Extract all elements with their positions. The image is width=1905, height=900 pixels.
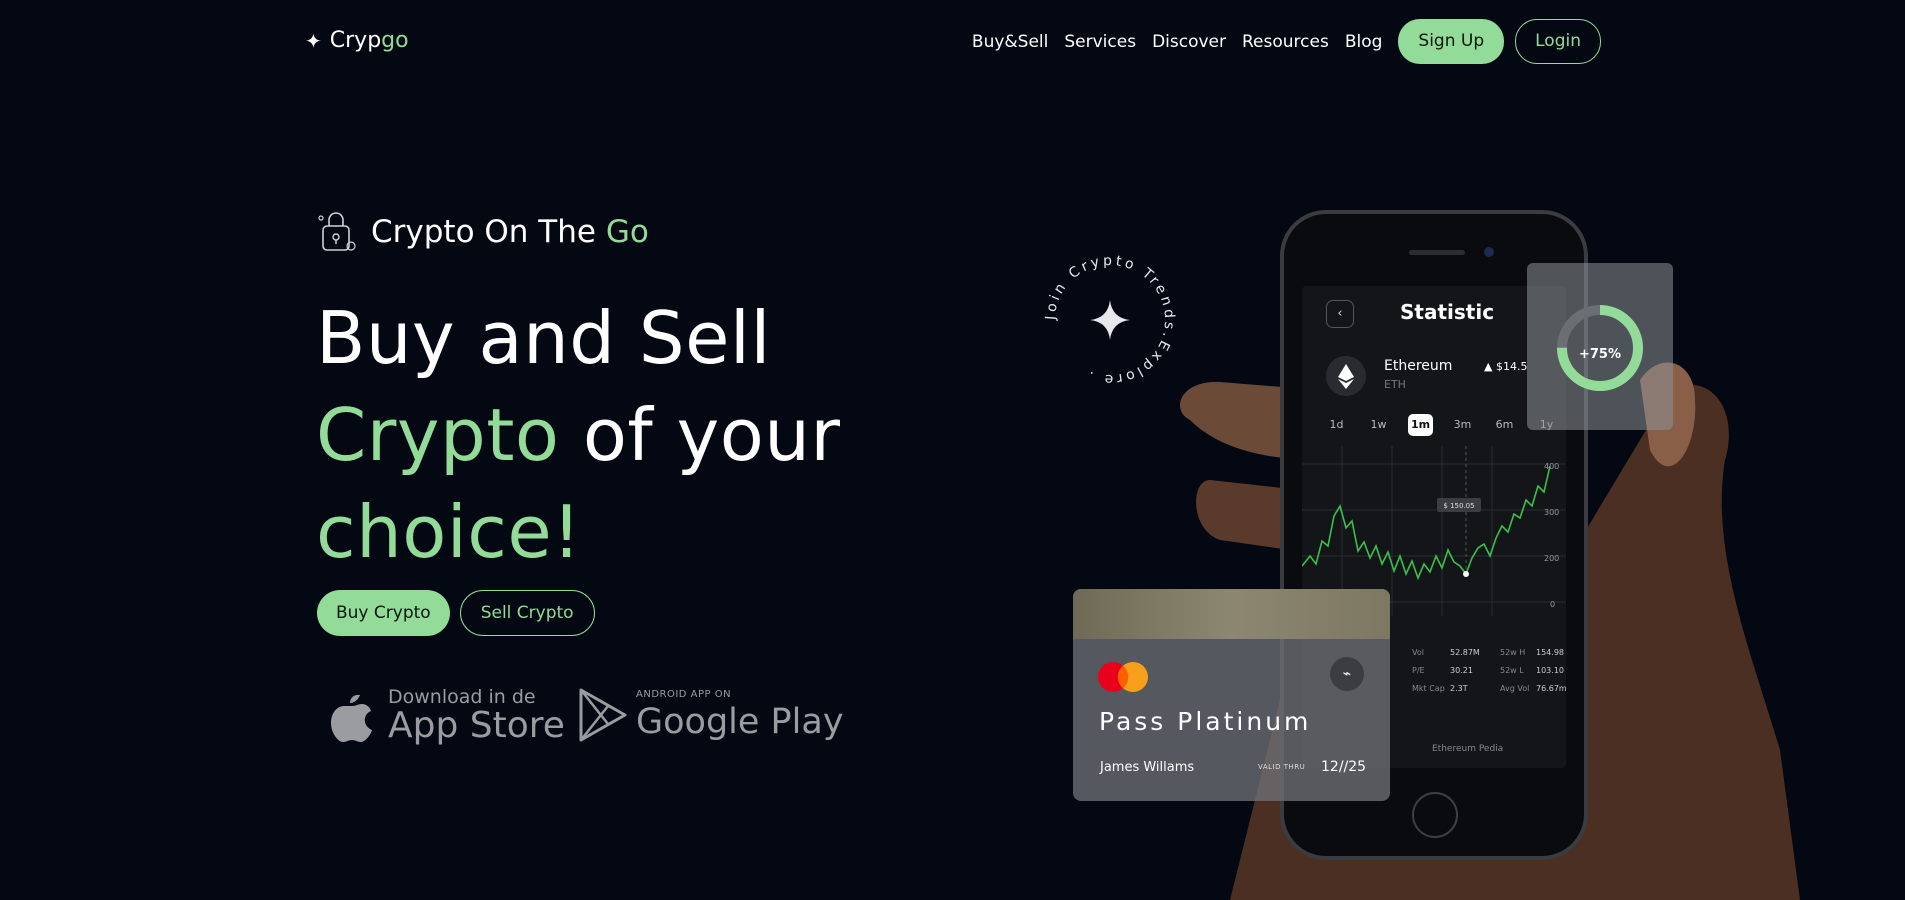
card-valid-date: 12//25 bbox=[1321, 759, 1367, 775]
gauge-label: +75% bbox=[1578, 347, 1621, 362]
y-tick-300: 300 bbox=[1544, 508, 1560, 517]
google-play-icon bbox=[579, 688, 627, 742]
google-play-small-text: ANDROID APP ON bbox=[636, 689, 732, 700]
back-arrow-icon[interactable]: ‹ bbox=[1326, 300, 1354, 328]
nav-link-buy-sell[interactable]: Buy&Sell bbox=[972, 32, 1048, 52]
headline-line-1: Buy and Sell bbox=[316, 296, 771, 380]
screen-title: Statistic bbox=[1400, 300, 1495, 324]
y-tick-0: 0 bbox=[1550, 600, 1556, 609]
time-range-tabs: 1d 1w 1m 3m 6m 1y bbox=[1324, 414, 1559, 436]
coin-name: Ethereum bbox=[1384, 358, 1453, 374]
brand-name-part2: go bbox=[381, 28, 409, 53]
stat-pe-label: P/E bbox=[1412, 666, 1425, 675]
stat-mktcap-label: Mkt Cap bbox=[1412, 684, 1445, 693]
stat-vol-value: 52.87M bbox=[1450, 648, 1480, 657]
payment-card: ⌁ Pass Platinum James Willams VALID THRU… bbox=[1073, 589, 1390, 801]
range-tab-1m[interactable]: 1m bbox=[1408, 414, 1433, 436]
card-valid-label: VALID THRU bbox=[1258, 763, 1306, 771]
nav-link-resources[interactable]: Resources bbox=[1242, 32, 1329, 52]
app-store-badge[interactable]: Download in de App Store bbox=[330, 688, 565, 745]
stat-pe-value: 30.21 bbox=[1450, 666, 1473, 675]
nav-link-blog[interactable]: Blog bbox=[1345, 32, 1383, 52]
wallet-lock-icon bbox=[318, 212, 356, 251]
range-tab-1d[interactable]: 1d bbox=[1324, 414, 1349, 436]
stat-avgvol-value: 76.67m bbox=[1536, 684, 1566, 693]
card-name: Pass Platinum bbox=[1099, 707, 1312, 736]
stat-52wl-value: 103.10 bbox=[1536, 666, 1564, 675]
nav-link-discover[interactable]: Discover bbox=[1152, 32, 1226, 52]
buy-crypto-button[interactable]: Buy Crypto bbox=[317, 590, 450, 636]
stat-52wh-value: 154.98 bbox=[1536, 648, 1564, 657]
coin-symbol: ETH bbox=[1384, 378, 1406, 391]
ethereum-icon bbox=[1326, 356, 1366, 396]
hero-headline: Buy and Sell Crypto of your choice! bbox=[316, 290, 841, 581]
y-tick-400: 400 bbox=[1544, 462, 1560, 471]
stat-mktcap-value: 2.3T bbox=[1450, 684, 1468, 693]
mastercard-icon bbox=[1098, 662, 1148, 692]
contactless-icon: ⌁ bbox=[1330, 657, 1364, 691]
brand-name-part1: Cryp bbox=[329, 28, 382, 53]
hero-cta: Buy Crypto Sell Crypto bbox=[317, 590, 595, 636]
phone-footer-text: Ethereum Pedia bbox=[1432, 744, 1504, 754]
y-tick-200: 200 bbox=[1544, 554, 1560, 563]
apple-icon bbox=[331, 694, 372, 742]
card-top-strip bbox=[1073, 589, 1390, 639]
login-button[interactable]: Login bbox=[1515, 19, 1601, 64]
headline-line-2-accent: Crypto bbox=[316, 393, 560, 477]
phone-speaker bbox=[1409, 250, 1465, 255]
brand-logo[interactable]: ✦ Crypgo bbox=[305, 28, 409, 53]
card-holder: James Willams bbox=[1100, 760, 1195, 775]
headline-line-2-rest: of your bbox=[559, 393, 841, 477]
phone-camera bbox=[1484, 247, 1494, 257]
stat-52wh-label: 52w H bbox=[1500, 648, 1526, 657]
stat-52wl-label: 52w L bbox=[1500, 666, 1524, 675]
range-tab-1w[interactable]: 1w bbox=[1366, 414, 1391, 436]
stat-vol-label: Vol bbox=[1412, 648, 1424, 657]
main-nav: Buy&Sell Services Discover Resources Blo… bbox=[972, 19, 1601, 64]
signup-button[interactable]: Sign Up bbox=[1398, 19, 1505, 64]
tagline-accent: Go bbox=[605, 214, 649, 250]
sparkle-icon bbox=[1090, 300, 1130, 340]
google-play-big-text: Google Play bbox=[636, 702, 844, 742]
chart-tooltip-text: $ 150.05 bbox=[1443, 502, 1474, 510]
stat-avgvol-label: Avg Vol bbox=[1500, 684, 1530, 693]
range-tab-3m[interactable]: 3m bbox=[1450, 414, 1475, 436]
phone-home-button bbox=[1412, 792, 1458, 838]
sparkle-icon: ✦ bbox=[305, 28, 322, 53]
hero-tagline: Crypto On The Go bbox=[317, 210, 649, 254]
growth-gauge-card: +75% bbox=[1527, 263, 1673, 430]
app-store-big-text: App Store bbox=[388, 705, 565, 746]
nav-link-services[interactable]: Services bbox=[1064, 32, 1136, 52]
tagline-prefix: Crypto On The bbox=[371, 214, 606, 250]
sell-crypto-button[interactable]: Sell Crypto bbox=[459, 590, 595, 636]
google-play-badge[interactable]: ANDROID APP ON Google Play bbox=[578, 688, 844, 742]
coin-price: ▲ $14.5 bbox=[1484, 360, 1528, 373]
range-tab-6m[interactable]: 6m bbox=[1492, 414, 1517, 436]
headline-line-3: choice! bbox=[316, 490, 582, 574]
